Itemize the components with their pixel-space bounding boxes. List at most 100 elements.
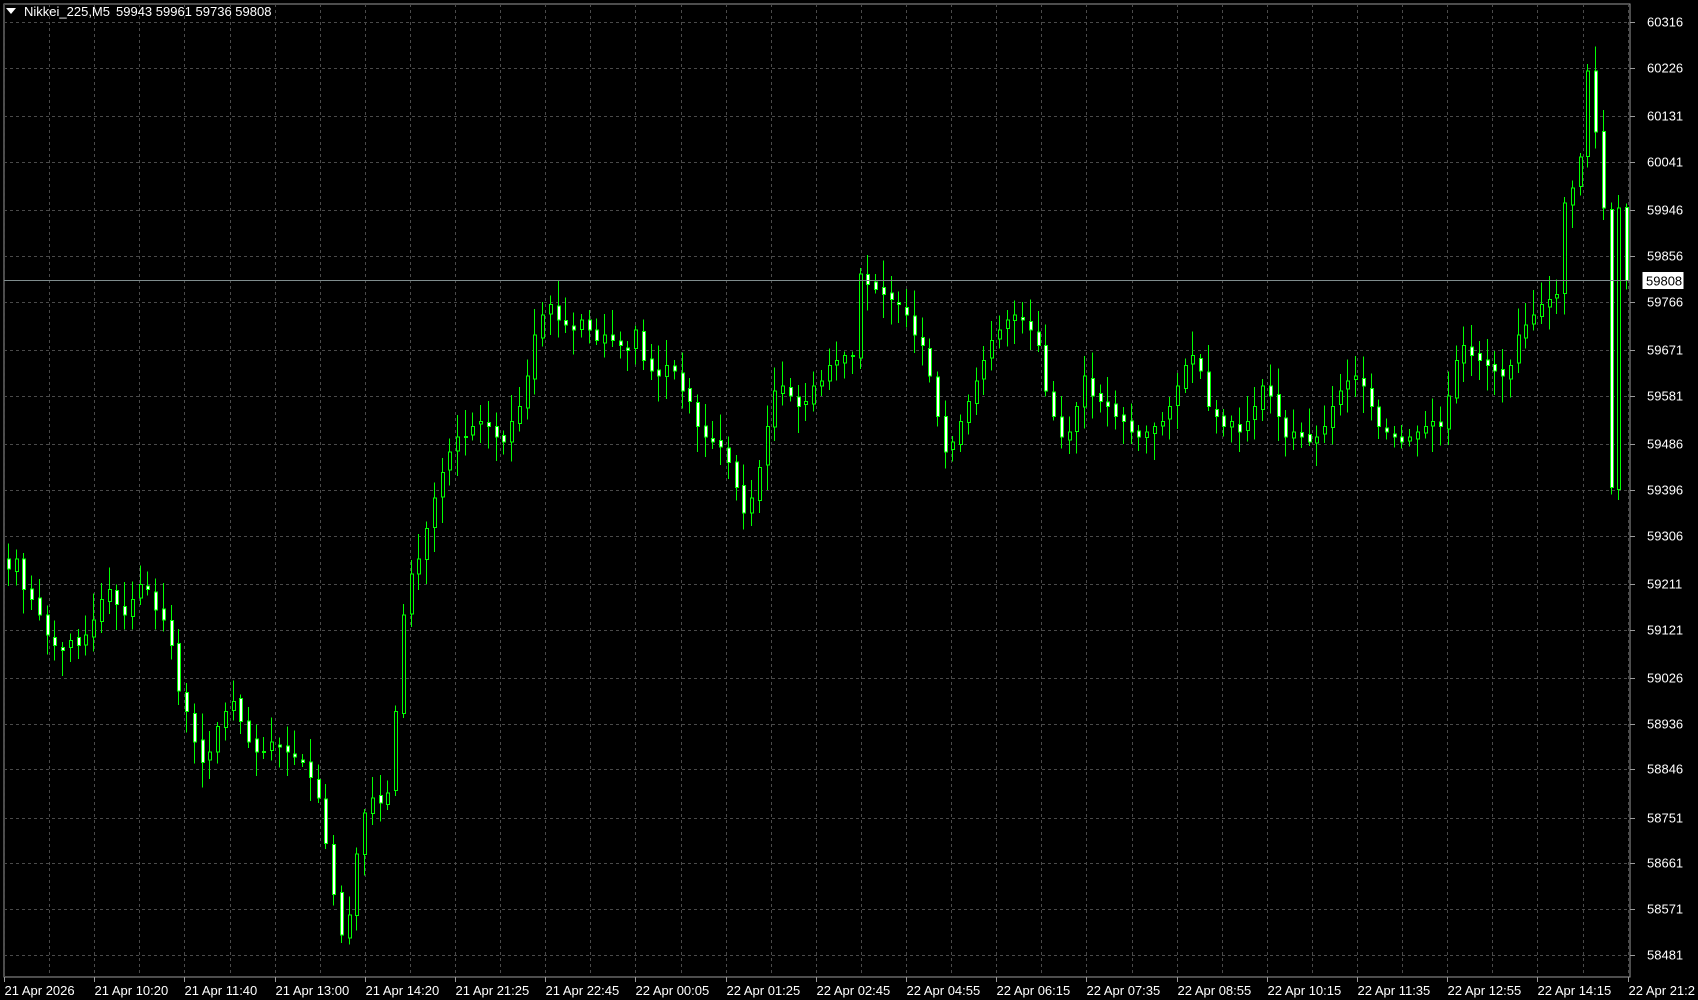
candle-body-down: [619, 340, 623, 346]
candle: [572, 312, 576, 355]
candle: [897, 291, 901, 323]
candle-body-down: [874, 281, 878, 290]
candle: [262, 736, 266, 760]
candle-body-down: [688, 387, 692, 402]
candle: [1625, 203, 1629, 290]
candle: [1161, 411, 1165, 436]
candle: [293, 730, 297, 766]
candle-body-up: [224, 710, 228, 729]
candle: [1346, 359, 1350, 413]
candle-body-down: [1269, 385, 1273, 397]
candle-body-down: [711, 437, 715, 443]
candle-body-down: [797, 396, 801, 407]
candle-body-down: [882, 286, 886, 296]
candle: [332, 835, 336, 906]
candle: [959, 414, 963, 452]
candle: [1199, 354, 1203, 380]
candle-body-down: [626, 347, 630, 351]
candle-body-down: [1091, 377, 1095, 397]
candle: [1493, 351, 1497, 395]
candle-body-up: [371, 797, 375, 814]
candle: [998, 315, 1002, 349]
candle-body-down: [193, 713, 197, 743]
candle-body-up: [982, 360, 986, 380]
candle-body-down: [293, 753, 297, 758]
time-axis[interactable]: 21 Apr 2026 21 Apr 10:20 21 Apr 11:40 21 Ap…: [4, 977, 1696, 998]
candle-body-down: [719, 440, 723, 448]
candle: [208, 730, 212, 779]
candle: [719, 414, 723, 466]
candle: [975, 367, 979, 415]
candle-body-down: [564, 320, 568, 326]
time-tick-label: 21 Apr 13:00: [276, 983, 350, 998]
candle: [859, 268, 863, 370]
time-tick-label: 22 Apr 11:35: [1358, 983, 1431, 998]
price-axis[interactable]: 60316 60226 60131 60041 59946 59856 59766 59671…: [1630, 15, 1683, 963]
candle: [115, 584, 119, 630]
candle-body-up: [665, 365, 669, 378]
candle-body-up: [781, 385, 785, 395]
candle: [1230, 415, 1234, 443]
candle: [22, 553, 26, 614]
candle: [1153, 422, 1157, 460]
candle-body-up: [417, 558, 421, 575]
candle: [100, 583, 104, 634]
candle-body-down: [201, 739, 205, 763]
candle: [619, 331, 623, 359]
candle-body-up: [1455, 360, 1459, 399]
chevron-down-icon[interactable]: [6, 8, 16, 14]
candle-body-up: [402, 614, 406, 714]
candle-body-down: [588, 319, 592, 331]
candle-body-up: [1563, 202, 1567, 294]
price-tick-label: 59121: [1647, 623, 1683, 638]
candle: [518, 386, 522, 432]
candle-body-up: [448, 451, 452, 471]
candle: [1037, 311, 1041, 352]
candle: [123, 581, 127, 630]
candle-body-down: [301, 759, 305, 763]
candle: [185, 683, 189, 733]
candle: [1509, 359, 1513, 398]
time-tick-label: 22 Apr 07:35: [1087, 983, 1161, 998]
candle-body-up: [108, 588, 112, 603]
candle: [1610, 202, 1614, 495]
price-chart[interactable]: 60316 60226 60131 60041 59946 59856 59766 59671…: [0, 0, 1698, 1000]
candle-body-up: [1315, 436, 1319, 444]
candle-body-down: [185, 692, 189, 712]
price-tick-label: 60131: [1647, 109, 1683, 124]
time-tick-label: 22 Apr 06:15: [997, 983, 1071, 998]
candle-body-down: [146, 585, 150, 590]
candle-body-up: [1191, 355, 1195, 365]
candle: [1253, 387, 1257, 440]
candle-body-up: [92, 619, 96, 638]
candle: [673, 360, 677, 380]
candle-body-down: [650, 358, 654, 372]
candle: [502, 430, 506, 455]
candle: [588, 310, 592, 344]
price-tick-label: 59766: [1647, 295, 1683, 310]
candle: [533, 309, 537, 395]
candle-body-up: [804, 400, 808, 405]
candle: [990, 320, 994, 371]
candle-body-down: [1199, 358, 1203, 372]
candle: [657, 345, 661, 402]
candle-body-up: [471, 426, 475, 436]
candle-body-up: [1068, 431, 1072, 441]
candle-body-up: [773, 390, 777, 428]
candle: [1176, 372, 1180, 429]
candle: [1075, 401, 1079, 454]
candle: [1207, 345, 1211, 411]
candle: [944, 400, 948, 469]
candle: [340, 885, 344, 944]
candle-body-down: [936, 376, 940, 418]
candle-body-up: [1339, 390, 1343, 405]
candle: [1277, 368, 1281, 442]
chart-window[interactable]: 60316 60226 60131 60041 59946 59856 59766 59671…: [0, 0, 1698, 1000]
candle: [1370, 373, 1374, 421]
candle: [758, 460, 762, 514]
candle: [882, 260, 886, 319]
candle: [1478, 341, 1482, 380]
price-tick-label: 58936: [1647, 717, 1683, 732]
candle: [804, 383, 808, 421]
price-tick-label: 58846: [1647, 762, 1683, 777]
